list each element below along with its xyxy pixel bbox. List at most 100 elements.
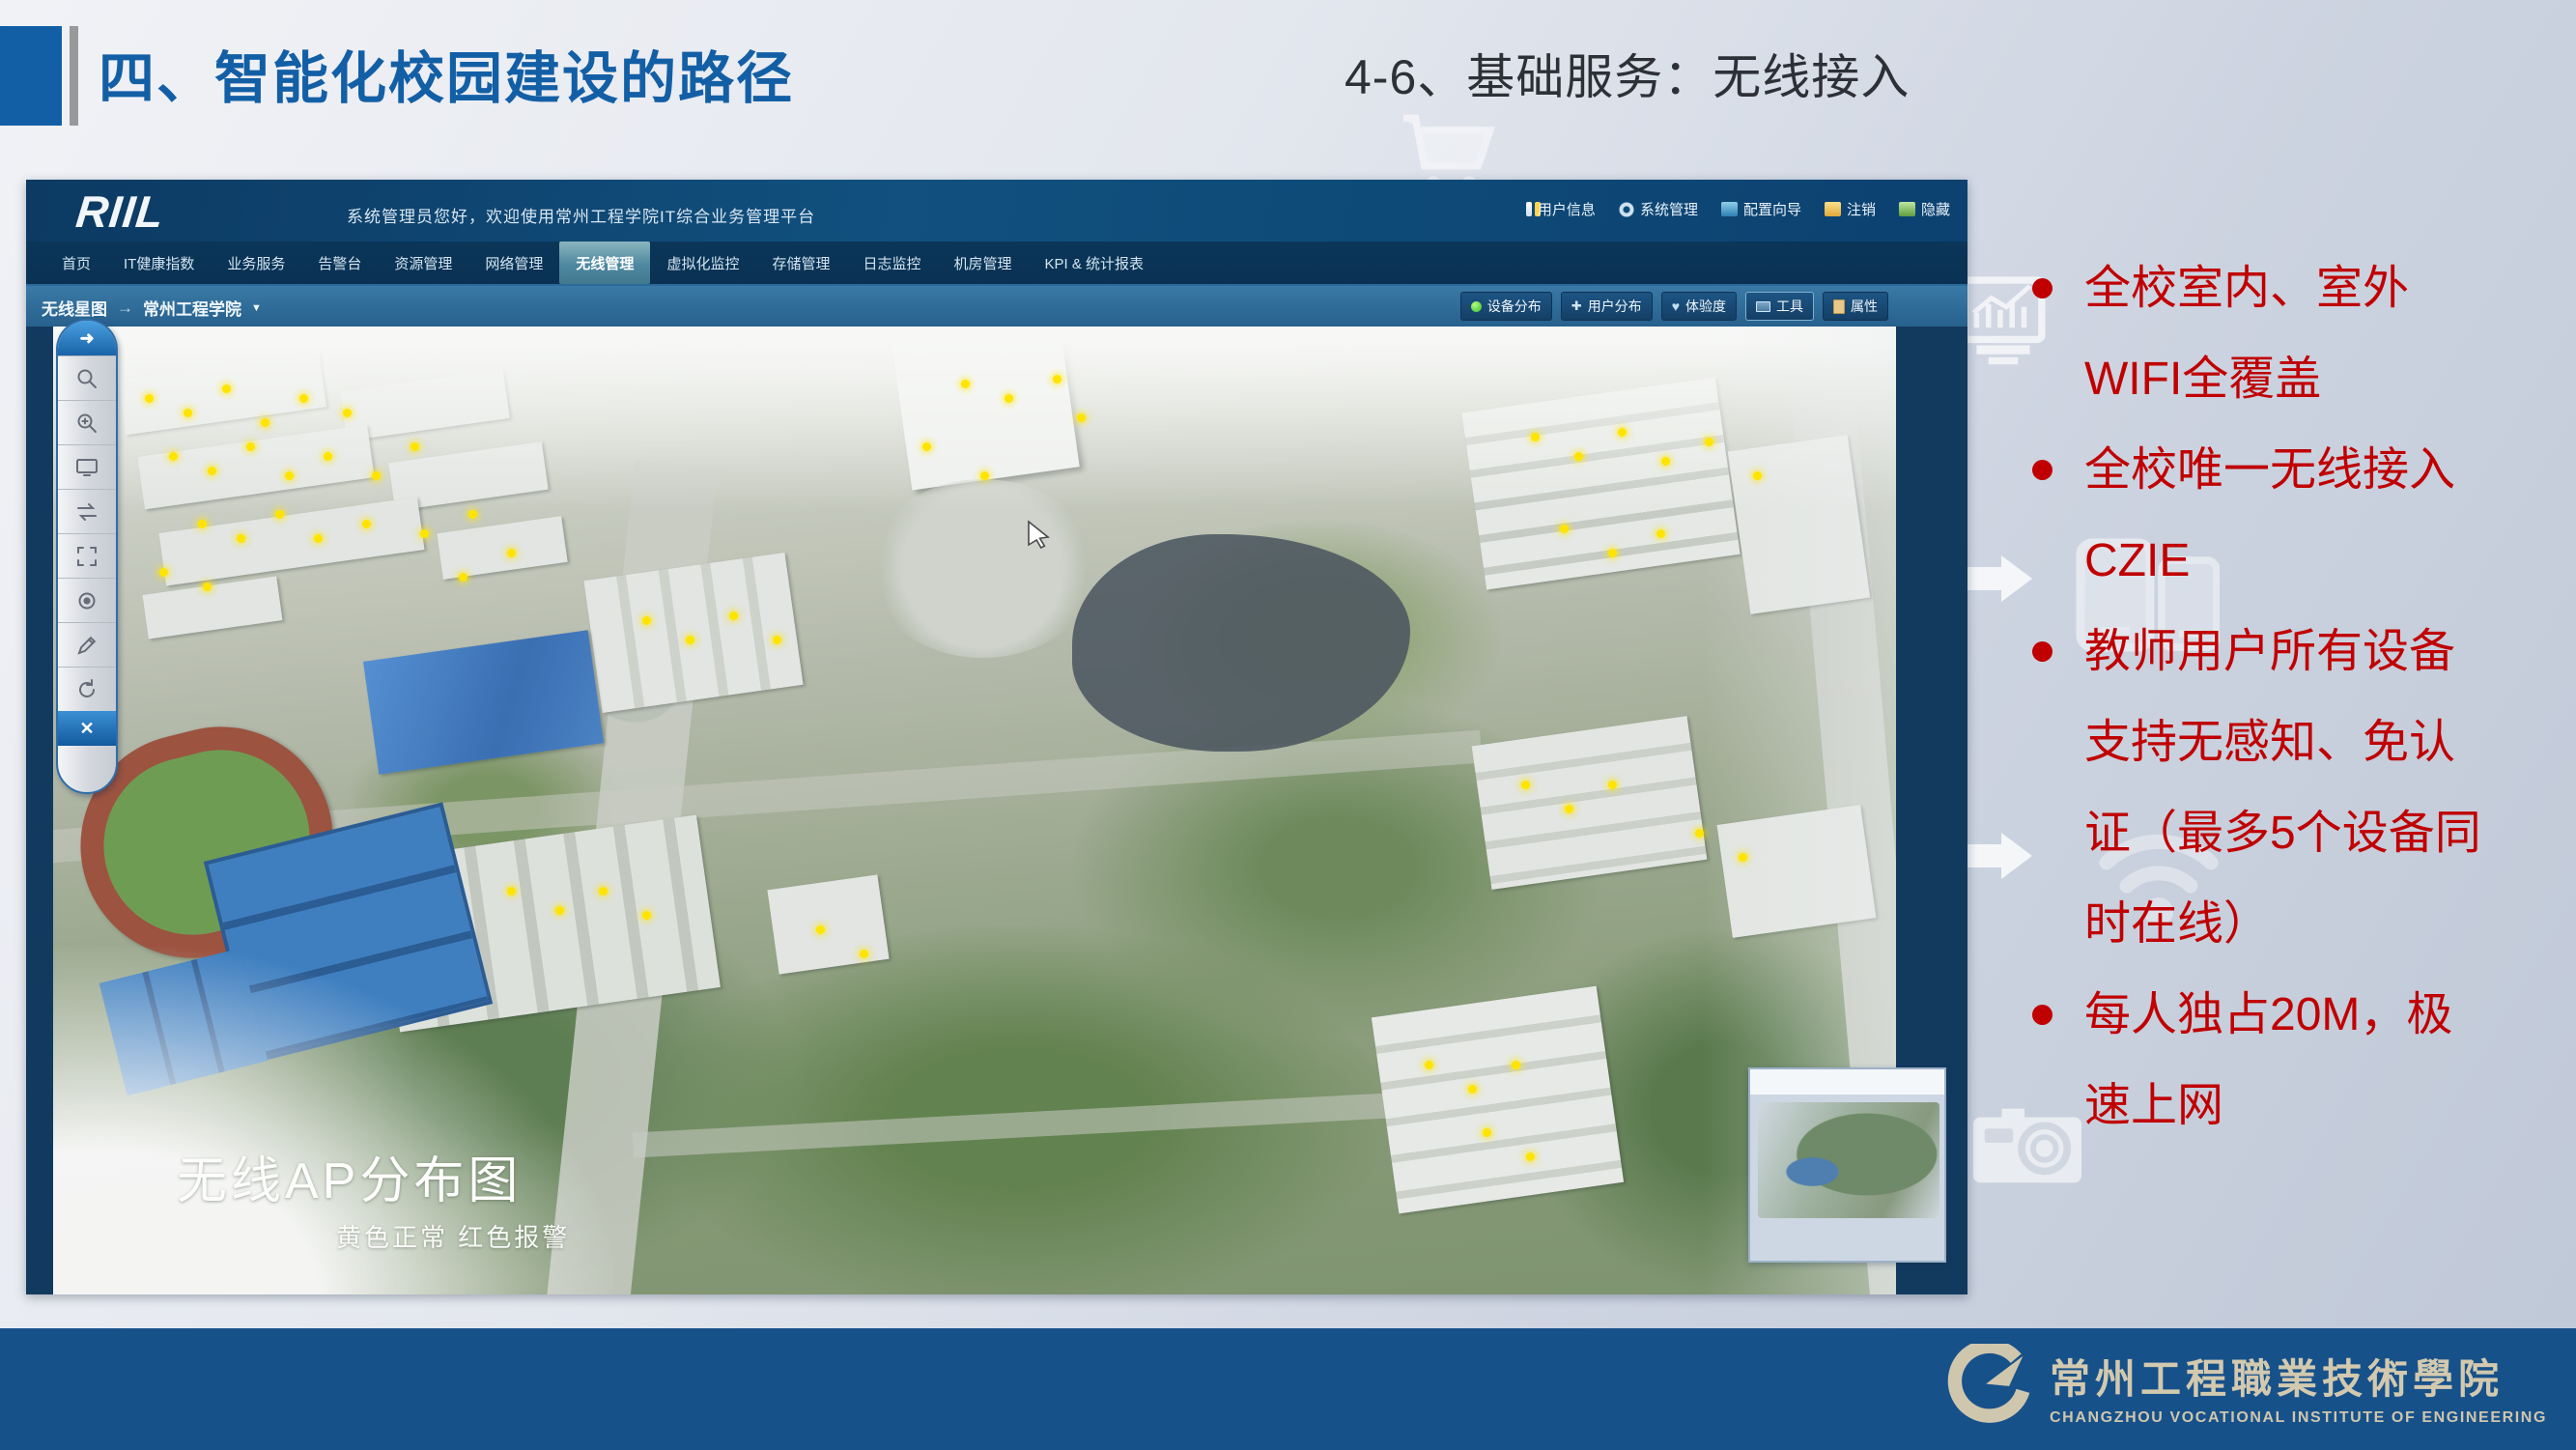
ap-dot — [773, 636, 781, 644]
ap-dot — [860, 950, 868, 958]
locate-tool-button[interactable] — [58, 578, 116, 622]
ap-dot — [203, 583, 212, 591]
building — [158, 497, 424, 585]
ap-dot — [1512, 1061, 1520, 1069]
palette-close-button[interactable]: ✕ — [58, 711, 116, 746]
ap-dot — [1483, 1128, 1491, 1137]
system-manage-button[interactable]: 系统管理 — [1619, 199, 1698, 219]
ap-dot — [1705, 438, 1713, 446]
heart-icon: ♥ — [1672, 299, 1680, 314]
ap-dot — [299, 394, 308, 403]
swap-tool-button[interactable] — [58, 489, 116, 533]
ap-dot — [169, 452, 178, 461]
nav-home[interactable]: 首页 — [45, 242, 107, 284]
nav-virtualization[interactable]: 虚拟化监控 — [650, 242, 755, 284]
logout-button[interactable]: 注销 — [1825, 199, 1876, 219]
config-wizard-button[interactable]: 配置向导 — [1721, 199, 1801, 219]
edit-tool-button[interactable] — [58, 622, 116, 667]
ap-dot — [816, 925, 825, 934]
ap-dot — [961, 380, 970, 388]
ap-dot — [1608, 549, 1617, 557]
ap-dot — [1739, 853, 1747, 862]
riil-logo: RIIL — [73, 185, 167, 238]
user-info-button[interactable]: 用户信息 — [1526, 199, 1596, 219]
search-tool-button[interactable] — [58, 355, 116, 400]
breadcrumb-current[interactable]: 常州工程学院 — [143, 296, 241, 320]
plus-icon: ✚ — [1571, 299, 1582, 314]
nav-resources[interactable]: 资源管理 — [378, 242, 468, 284]
palette-collapse-button[interactable]: ➜ — [58, 321, 116, 355]
nav-it-health[interactable]: IT健康指数 — [107, 242, 211, 284]
map-label-title: 无线AP分布图 — [177, 1140, 570, 1212]
school-logo-icon — [1939, 1344, 2032, 1429]
ap-dot — [922, 442, 931, 451]
user-distribution-button[interactable]: ✚用户分布 — [1561, 292, 1653, 321]
document-icon — [1833, 299, 1845, 314]
map-label: 无线AP分布图 黄色正常 红色报警 — [177, 1140, 570, 1254]
fullscreen-tool-button[interactable] — [58, 533, 116, 578]
properties-button[interactable]: 属性 — [1823, 292, 1888, 321]
ap-dot — [1468, 1085, 1477, 1094]
building — [1472, 716, 1708, 890]
ap-dot — [1753, 471, 1762, 480]
nav-alerts[interactable]: 告警台 — [301, 242, 378, 284]
breadcrumb-root[interactable]: 无线星图 — [42, 296, 107, 320]
record-dot-icon — [74, 588, 99, 613]
ap-dot — [159, 568, 168, 577]
ap-dot — [555, 906, 564, 915]
ap-dot — [261, 418, 269, 427]
hide-button[interactable]: 隐藏 — [1899, 199, 1950, 219]
nav-wireless-active[interactable]: 无线管理 — [559, 242, 650, 284]
ap-dot — [1531, 433, 1540, 441]
ap-dot — [1695, 829, 1704, 838]
device-distribution-button[interactable]: 设备分布 — [1460, 292, 1552, 321]
tools-icon — [1756, 301, 1770, 312]
slide: 四、智能化校园建设的路径 4-6、基础服务：无线接入 RIIL 系统管理员您好，… — [0, 0, 2576, 1450]
pencil-icon — [74, 633, 99, 658]
ap-dot — [1656, 529, 1665, 538]
ap-dot — [507, 549, 516, 557]
ap-dot — [1574, 452, 1583, 461]
tools-button[interactable]: 工具 — [1745, 292, 1814, 321]
fullscreen-icon — [74, 544, 99, 569]
nav-kpi-reports[interactable]: KPI & 统计报表 — [1029, 242, 1161, 284]
school-name-en: CHANGZHOU VOCATIONAL INSTITUTE OF ENGINE… — [2050, 1409, 2547, 1427]
ap-dot — [1560, 525, 1569, 533]
chevron-down-icon[interactable]: ▼ — [251, 302, 262, 314]
search-icon — [74, 366, 99, 391]
ap-dot — [642, 616, 651, 625]
swap-arrows-icon — [74, 499, 99, 525]
ap-dot — [980, 471, 989, 480]
nav-business[interactable]: 业务服务 — [211, 242, 301, 284]
nav-logs[interactable]: 日志监控 — [846, 242, 937, 284]
ap-dot — [343, 409, 352, 417]
nav-storage[interactable]: 存储管理 — [755, 242, 846, 284]
ap-dot — [468, 510, 477, 519]
app-header: RIIL 系统管理员您好，欢迎使用常州工程学院IT综合业务管理平台 用户信息 系… — [26, 180, 1967, 242]
view-toolbar: 设备分布 ✚用户分布 ♥体验度 工具 属性 — [1460, 292, 1888, 321]
ap-dot — [1608, 781, 1617, 789]
overview-minimap[interactable] — [1748, 1067, 1946, 1263]
breadcrumb: 无线星图 → 常州工程学院 ▼ — [42, 296, 262, 320]
refresh-icon — [74, 677, 99, 702]
refresh-tool-button[interactable] — [58, 667, 116, 711]
ap-dot — [1077, 413, 1086, 422]
ap-dot — [208, 467, 216, 475]
list-item: 全校唯一无线接入CZIE — [2028, 425, 2490, 607]
ap-dot — [599, 887, 608, 896]
zoom-in-tool-button[interactable] — [58, 400, 116, 444]
building — [437, 516, 567, 580]
app-window: RIIL 系统管理员您好，欢迎使用常州工程学院IT综合业务管理平台 用户信息 系… — [26, 180, 1967, 1294]
monitor-icon — [74, 455, 99, 480]
list-item: 每人独占20M，极速上网 — [2028, 970, 2490, 1151]
ap-dot — [372, 471, 381, 480]
list-item: 教师用户所有设备支持无感知、免认证（最多5个设备同时在线） — [2028, 607, 2490, 970]
nav-network[interactable]: 网络管理 — [468, 242, 559, 284]
campus-map[interactable]: 无线AP分布图 黄色正常 红色报警 — [53, 327, 1896, 1294]
green-status-icon — [1471, 301, 1482, 312]
experience-button[interactable]: ♥体验度 — [1661, 292, 1737, 321]
nav-machine-room[interactable]: 机房管理 — [937, 242, 1028, 284]
user-menu: 用户信息 系统管理 配置向导 注销 隐藏 — [1526, 199, 1950, 219]
screen-tool-button[interactable] — [58, 444, 116, 489]
main-nav: 首页 IT健康指数 业务服务 告警台 资源管理 网络管理 无线管理 虚拟化监控 … — [26, 242, 1967, 286]
